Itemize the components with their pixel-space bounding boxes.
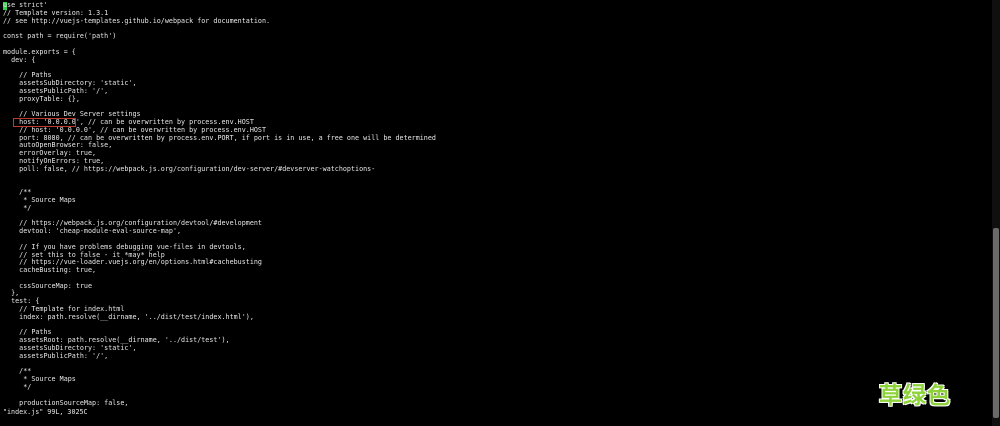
code-line: devtool: 'cheap-module-eval-source-map', xyxy=(3,227,182,236)
code-line: // Paths xyxy=(3,71,52,80)
code-line: assetsRoot: path.resolve(__dirname, '../… xyxy=(3,336,230,345)
code-line: */ xyxy=(3,383,32,392)
code-line-text: use strict' xyxy=(3,2,48,9)
code-line: assetsSubDirectory: 'static', xyxy=(3,344,137,353)
code-line: module.exports = { xyxy=(3,47,76,56)
code-line: const path = require('path') xyxy=(3,32,117,41)
code-line: }, xyxy=(3,289,20,298)
code-line: port: 8080, // can be overwritten by pro… xyxy=(3,133,436,142)
code-line: cacheBusting: true, xyxy=(3,266,97,275)
scrollbar-thumb[interactable] xyxy=(993,228,999,418)
code-line: // https://vue-loader.vuejs.org/en/optio… xyxy=(3,258,262,267)
code-line: errorOverlay: true, xyxy=(3,149,97,158)
code-line: test: { xyxy=(3,297,40,306)
terminal-window[interactable]: use strict'// Template version: 1.3.1// … xyxy=(0,0,1000,426)
code-line: assetsPublicPath: '/', xyxy=(3,351,109,360)
watermark-text: 草绿色 xyxy=(879,383,951,409)
code-line: * Source Maps xyxy=(3,375,76,384)
code-line: index: path.resolve(__dirname, '../dist/… xyxy=(3,312,254,321)
code-line: // see http://vuejs-templates.github.io/… xyxy=(3,16,271,25)
code-line: */ xyxy=(3,203,32,212)
code-line: assetsPublicPath: '/', xyxy=(3,86,109,95)
code-line: dev: { xyxy=(3,55,36,64)
code-line: poll: false, // https://webpack.js.org/c… xyxy=(3,164,376,173)
code-line: use strict' xyxy=(3,2,983,10)
code-editor[interactable]: use strict'// Template version: 1.3.1// … xyxy=(3,2,983,408)
code-line: /** xyxy=(3,188,32,197)
vertical-scrollbar[interactable] xyxy=(992,0,1000,426)
code-line: productionSourceMap: false, xyxy=(3,398,129,407)
highlight-box xyxy=(13,118,76,127)
code-line: cssSourceMap: true xyxy=(3,281,93,290)
code-line: proxyTable: {}, xyxy=(3,94,80,103)
status-line: "index.js" 99L, 3025C xyxy=(3,408,88,416)
code-line: autoOpenBrowser: false, xyxy=(3,141,113,150)
code-line: * Source Maps xyxy=(3,195,76,204)
code-line: /** xyxy=(3,367,32,376)
code-line: assetsSubDirectory: 'static', xyxy=(3,78,137,87)
